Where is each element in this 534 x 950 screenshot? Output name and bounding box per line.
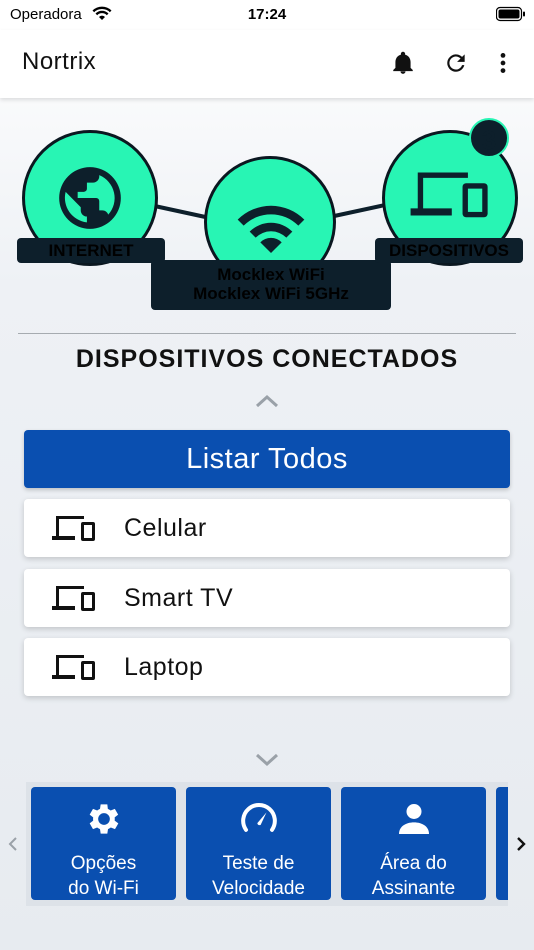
chevron-right-icon[interactable] <box>514 835 528 853</box>
speedometer-icon <box>241 803 277 832</box>
wifi-network-name-5ghz: Mocklex WiFi 5GHz <box>193 284 349 303</box>
device-name: Laptop <box>124 653 204 681</box>
devices-icon <box>52 655 95 680</box>
battery-icon <box>496 6 525 22</box>
section-title: DISPOSITIVOS CONECTADOS <box>75 345 459 373</box>
divider <box>18 333 516 334</box>
device-name: Celular <box>124 514 207 542</box>
devices-icon <box>410 172 488 218</box>
more-vertical-icon[interactable] <box>490 50 516 76</box>
actions-carousel: Opções do Wi-Fi Teste de Velocidade Área… <box>0 782 534 908</box>
action-label: Teste de Velocidade <box>212 853 305 899</box>
internet-label: INTERNET <box>17 238 165 263</box>
clock: 17:24 <box>247 6 287 23</box>
devices-icon <box>52 516 95 541</box>
status-bar: Operadora 17:24 <box>0 0 534 30</box>
gear-icon <box>89 804 119 834</box>
wifi-icon <box>237 205 305 253</box>
next-action-card[interactable] <box>496 787 508 900</box>
network-diagram: INTERNET Mocklex WiFi Mocklex WiFi 5GHz … <box>0 110 534 320</box>
chevron-up-icon[interactable] <box>254 393 280 409</box>
globe-icon <box>59 167 121 229</box>
devices-icon <box>52 586 95 611</box>
action-label: Opções do Wi-Fi <box>68 853 139 899</box>
app-title: Nortrix <box>22 48 97 75</box>
device-name: Smart TV <box>124 584 234 612</box>
chevron-down-icon[interactable] <box>254 751 280 767</box>
device-item-celular[interactable]: Celular <box>24 499 510 557</box>
wifi-label: Mocklex WiFi Mocklex WiFi 5GHz <box>151 260 391 310</box>
wifi-options-button[interactable]: Opções do Wi-Fi <box>31 787 176 900</box>
wifi-network-name: Mocklex WiFi <box>217 265 325 284</box>
action-label: Área do Assinante <box>371 853 456 899</box>
list-all-button[interactable]: Listar Todos <box>24 430 510 488</box>
subscriber-area-button[interactable]: Área do Assinante <box>341 787 486 900</box>
device-count-badge: 3 <box>469 118 509 158</box>
chevron-left-icon[interactable] <box>6 835 20 853</box>
refresh-icon[interactable] <box>443 50 469 76</box>
devices-label: DISPOSITIVOS <box>375 238 523 263</box>
bell-icon[interactable] <box>390 50 416 76</box>
speed-test-button[interactable]: Teste de Velocidade <box>186 787 331 900</box>
app-header: Nortrix <box>0 30 534 98</box>
device-item-laptop[interactable]: Laptop <box>24 638 510 696</box>
carousel-track: Opções do Wi-Fi Teste de Velocidade Área… <box>26 782 508 906</box>
device-item-smart-tv[interactable]: Smart TV <box>24 569 510 627</box>
person-icon <box>399 804 429 834</box>
